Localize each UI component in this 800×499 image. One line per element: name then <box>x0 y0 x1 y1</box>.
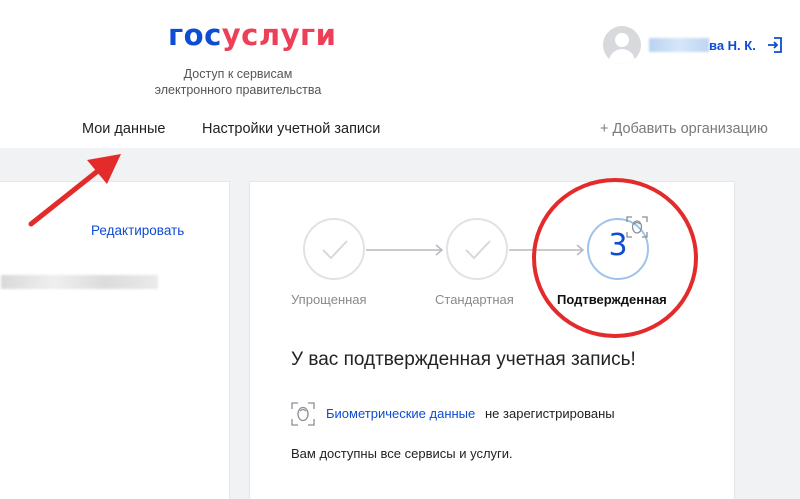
tagline-line-2: электронного правительства <box>154 83 322 97</box>
annotation-red-circle <box>532 178 698 338</box>
biometric-face-icon <box>291 402 315 426</box>
check-icon <box>322 240 348 260</box>
step-label-standard: Стандартная <box>435 292 514 307</box>
user-name[interactable]: ва Н. К. <box>709 38 756 53</box>
check-icon <box>465 240 491 260</box>
gosuslugi-logo[interactable]: госуслуги <box>168 18 336 52</box>
logout-icon[interactable] <box>766 36 784 54</box>
services-available-text: Вам доступны все сервисы и услуги. <box>291 446 513 461</box>
step-label-simplified: Упрощенная <box>291 292 367 307</box>
annotation-red-arrow-icon <box>28 154 121 227</box>
add-organization-link[interactable]: + Добавить организацию <box>600 121 768 137</box>
account-status-title: У вас подтвержденная учетная запись! <box>291 349 636 370</box>
step-standard-circle <box>446 218 508 280</box>
blurred-user-name <box>649 38 709 52</box>
user-avatar-icon[interactable] <box>603 26 641 64</box>
logo-part-gos: гос <box>168 18 222 52</box>
header: госуслуги Доступ к сервисам электронного… <box>0 0 800 152</box>
biometric-data-link[interactable]: Биометрические данные <box>326 406 475 421</box>
blurred-personal-info <box>1 275 158 289</box>
tagline-line-1: Доступ к сервисам <box>183 67 293 81</box>
step-arrow-icon <box>366 244 444 256</box>
logo-part-uslugi: услуги <box>221 18 337 52</box>
tagline: Доступ к сервисам электронного правитель… <box>138 66 338 98</box>
user-menu[interactable]: ва Н. К. <box>603 26 793 66</box>
biometric-status-text: не зарегистрированы <box>485 406 615 421</box>
tab-my-data[interactable]: Мои данные <box>82 121 174 152</box>
tab-account-settings[interactable]: Настройки учетной записи <box>202 121 380 137</box>
step-simplified-circle <box>303 218 365 280</box>
